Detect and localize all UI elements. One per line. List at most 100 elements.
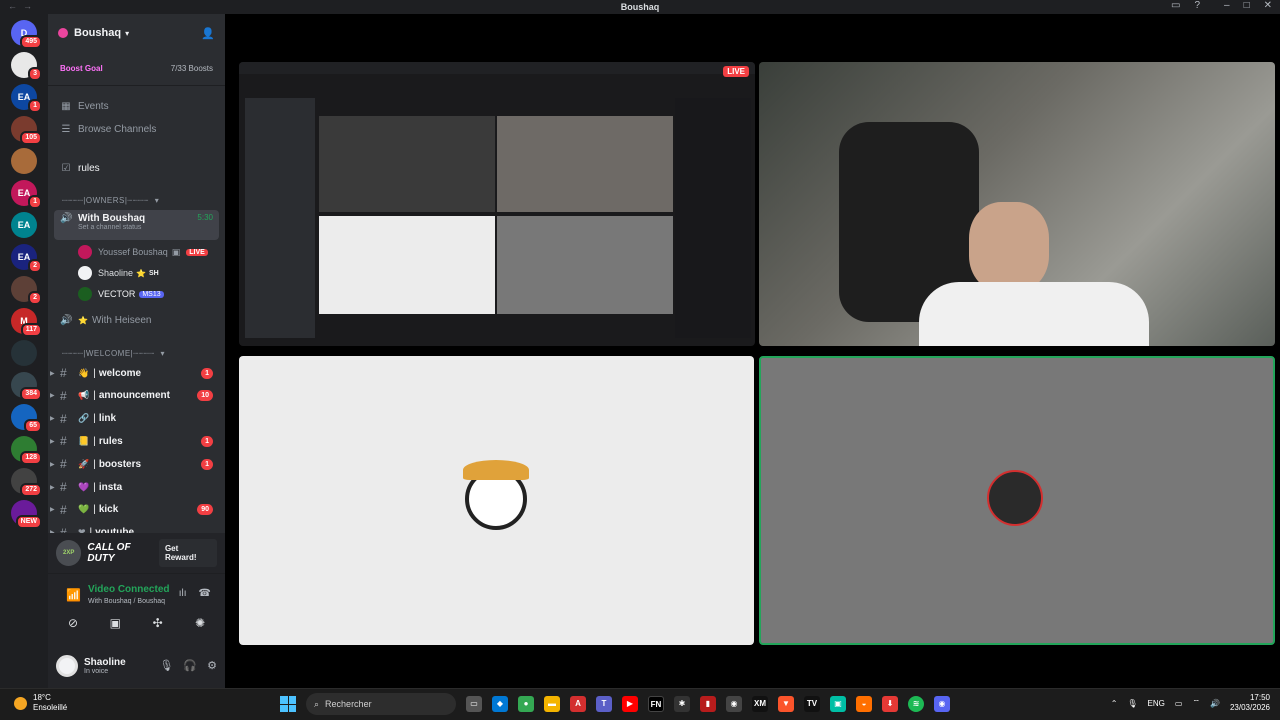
voice-status[interactable]: Video Connected xyxy=(88,584,170,595)
avatar[interactable] xyxy=(56,654,78,677)
text-channel-rules[interactable]: ▶ # 📒 | rules 1 xyxy=(48,432,225,450)
text-channel-insta[interactable]: ▶ # 💜 | insta xyxy=(48,478,225,496)
acrobat-icon[interactable]: A xyxy=(570,696,586,712)
close-button[interactable]: ✕ xyxy=(1264,0,1272,11)
inbox-icon[interactable]: ▭ xyxy=(1171,0,1180,11)
get-reward-button[interactable]: Get Reward! xyxy=(158,539,217,567)
soundboard-button[interactable]: ✺ xyxy=(185,616,215,630)
server-icon[interactable]: EA 1 xyxy=(11,84,42,113)
weather-widget[interactable]: 18°C Ensoleillé xyxy=(14,693,67,713)
copilot-icon[interactable]: ◆ xyxy=(492,696,508,712)
youtube-icon[interactable]: ▶ xyxy=(622,696,638,712)
server-icon[interactable] xyxy=(11,148,37,174)
text-channel-announcement[interactable]: ▶ # 📢 | announcement 10 xyxy=(48,387,225,405)
expand-arrow-icon[interactable]: ▶ xyxy=(50,484,55,491)
voice-user-vector[interactable]: VECTOR MS13 xyxy=(48,286,225,302)
monitor-icon[interactable]: ▭ xyxy=(1175,699,1183,708)
taskbar-search[interactable]: ⌕ Rechercher xyxy=(306,693,456,715)
server-icon[interactable]: 2 xyxy=(11,276,42,305)
server-icon[interactable]: 128 xyxy=(11,436,42,465)
gear-icon[interactable]: ⚙ xyxy=(207,659,217,672)
app-icon[interactable]: ✱ xyxy=(674,696,690,712)
events-item[interactable]: ▦ Events xyxy=(48,98,225,114)
volume-icon[interactable]: 🔊 xyxy=(1210,699,1220,708)
expand-arrow-icon[interactable]: ▶ xyxy=(50,370,55,377)
chrome-icon[interactable]: ● xyxy=(518,696,534,712)
voice-user-shaoline[interactable]: Shaoline ⭐ SH xyxy=(48,265,225,281)
webcam-tile[interactable] xyxy=(759,62,1275,346)
server-icon[interactable]: 272 xyxy=(11,468,42,497)
category-welcome[interactable]: ┈┈┈┈|WELCOME|┈┈┈┈ ▾ xyxy=(48,347,225,359)
activities-button[interactable]: ✣ xyxy=(143,616,173,630)
voice-channel-with-heiseen[interactable]: 🔊 ⭐ With Heiseen xyxy=(48,312,225,328)
server-icon[interactable]: EA 1 xyxy=(11,180,42,209)
screen-share-tile[interactable]: LIVE xyxy=(239,62,755,346)
task-view-icon[interactable]: ▭ xyxy=(466,696,482,712)
server-header[interactable]: Boushaq ▾ 👤 xyxy=(48,14,225,52)
windows-start-icon[interactable] xyxy=(280,696,296,712)
participant-tile-speaking[interactable] xyxy=(759,356,1275,645)
expand-arrow-icon[interactable]: ▶ xyxy=(50,415,55,422)
obs-icon[interactable]: ◉ xyxy=(726,696,742,712)
discord-icon[interactable]: ◉ xyxy=(934,696,950,712)
browse-icon: ☰ xyxy=(61,123,71,135)
text-channel-kick[interactable]: ▶ # 💚 | kick 90 xyxy=(48,501,225,519)
server-icon[interactable] xyxy=(11,340,37,366)
camera-off-button[interactable]: ⊘ xyxy=(58,616,88,630)
separator: | xyxy=(93,504,96,516)
history-nav-icon[interactable]: ←→ xyxy=(8,1,38,11)
microphone-icon[interactable]: 🎙 xyxy=(1127,699,1137,708)
server-icon[interactable]: M 117 xyxy=(11,308,42,337)
microphone-icon[interactable]: 🎙 xyxy=(159,659,173,672)
server-icon[interactable]: D 495 xyxy=(11,20,42,49)
text-channel-link[interactable]: ▶ # 🔗 | link xyxy=(48,410,225,428)
headphones-icon[interactable]: 🎧 xyxy=(183,659,197,672)
expand-arrow-icon[interactable]: ▶ xyxy=(50,392,55,399)
screen-share-button[interactable]: ▣ xyxy=(100,616,130,630)
brave-icon[interactable]: ▼ xyxy=(778,696,794,712)
teams-icon[interactable]: T xyxy=(596,696,612,712)
channel-status[interactable]: Set a channel status xyxy=(78,224,219,231)
server-icon[interactable]: NEW xyxy=(11,500,42,529)
rules-item[interactable]: ☑ rules xyxy=(48,160,225,176)
expand-arrow-icon[interactable]: ▶ xyxy=(50,461,55,468)
signal-icon[interactable]: 📶 xyxy=(66,588,81,602)
tradingview-icon[interactable]: TV xyxy=(804,696,820,712)
app-icon[interactable]: ▣ xyxy=(830,696,846,712)
app-icon[interactable]: ◒ xyxy=(856,696,872,712)
server-icon[interactable]: 65 xyxy=(11,404,42,433)
help-icon[interactable]: ? xyxy=(1194,0,1200,11)
text-channel-welcome[interactable]: ▶ # 👋 | welcome 1 xyxy=(48,364,225,382)
clock[interactable]: 17:50 23/03/2026 xyxy=(1230,693,1270,713)
add-user-icon[interactable]: 👤 xyxy=(201,27,215,40)
server-icon[interactable]: EA 2 xyxy=(11,244,42,273)
server-icon[interactable]: 3 xyxy=(11,52,42,81)
minimize-button[interactable]: – xyxy=(1224,0,1230,11)
participant-tile-shaoline[interactable] xyxy=(239,356,754,645)
expand-arrow-icon[interactable]: ▶ xyxy=(50,506,55,513)
xm-icon[interactable]: XM xyxy=(752,696,768,712)
separator: | xyxy=(93,413,96,425)
server-icon[interactable]: 105 xyxy=(11,116,42,145)
spotify-icon[interactable]: ≋ xyxy=(908,696,924,712)
browse-channels-item[interactable]: ☰ Browse Channels xyxy=(48,121,225,137)
app-icon[interactable]: ▮ xyxy=(700,696,716,712)
maximize-button[interactable]: □ xyxy=(1244,0,1250,11)
voice-user-youssef[interactable]: Youssef Boushaq ▣ LIVE xyxy=(48,244,225,260)
expand-arrow-icon[interactable]: ▶ xyxy=(50,438,55,445)
file-explorer-icon[interactable]: ▬ xyxy=(544,696,560,712)
wifi-icon[interactable]: ⌔ xyxy=(1192,698,1200,708)
app-icon[interactable]: ⬇ xyxy=(882,696,898,712)
category-owners[interactable]: ┈┈┈┈|OWNERS|┈┈┈┈ ▾ xyxy=(48,194,225,206)
noise-suppression-icon[interactable]: ılı xyxy=(179,588,187,599)
boost-goal-bar[interactable]: Boost Goal 7/33 Boosts xyxy=(48,52,225,86)
voice-channel-with-boushaq[interactable]: 🔊 With Boushaq 5:30 Set a channel status xyxy=(54,210,219,240)
server-icon[interactable]: 384 xyxy=(11,372,42,401)
text-channel-boosters[interactable]: ▶ # 🚀 | boosters 1 xyxy=(48,455,225,473)
language-indicator[interactable]: ENG xyxy=(1148,699,1165,708)
disconnect-icon[interactable]: ☎ xyxy=(199,588,211,599)
voice-location[interactable]: With Boushaq / Boushaq xyxy=(88,598,165,605)
chevron-up-icon[interactable]: ⌃ xyxy=(1111,699,1118,708)
fn-app-icon[interactable]: FN xyxy=(648,696,664,712)
server-icon[interactable]: EA xyxy=(11,212,37,238)
